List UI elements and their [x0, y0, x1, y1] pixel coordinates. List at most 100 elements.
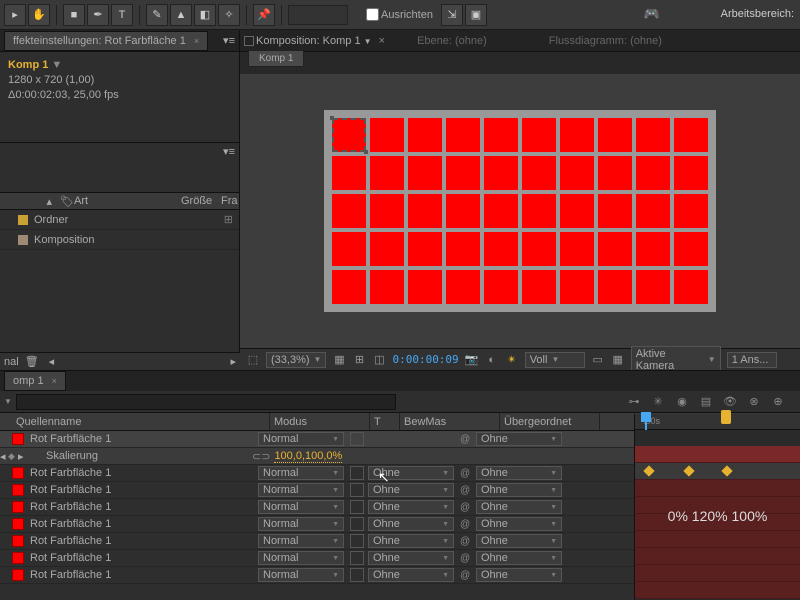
- layer-square[interactable]: [408, 118, 442, 152]
- parent-pickwhip-icon[interactable]: @: [460, 553, 472, 564]
- viewer-tab-flowchart[interactable]: Flussdiagramm: (ohne): [549, 35, 662, 47]
- layer-bar[interactable]: [635, 531, 800, 548]
- frame-blend-icon[interactable]: ▤: [698, 394, 714, 410]
- trackmatte-dropdown[interactable]: Ohne▼: [368, 551, 454, 565]
- preserve-checkbox[interactable]: [350, 483, 364, 497]
- layer-bar[interactable]: [635, 446, 800, 463]
- preserve-checkbox[interactable]: [350, 500, 364, 514]
- layer-square[interactable]: [560, 194, 594, 228]
- constrain-icon[interactable]: ⊂⊃: [252, 450, 270, 463]
- shy-icon[interactable]: 👁: [722, 394, 738, 410]
- hand-tool[interactable]: ✋: [28, 4, 50, 26]
- parent-dropdown[interactable]: Ohne▼: [476, 466, 562, 480]
- prev-icon[interactable]: ◂: [49, 355, 55, 368]
- panel-menu-icon[interactable]: ▾≡: [223, 34, 235, 47]
- layer-bar[interactable]: [635, 463, 800, 480]
- zoom-dropdown[interactable]: (33,3%)▼: [266, 352, 326, 368]
- layer-square[interactable]: [636, 118, 670, 152]
- mode-dropdown[interactable]: Normal▼: [258, 517, 344, 531]
- trackmatte-dropdown[interactable]: Ohne▼: [368, 500, 454, 514]
- layer-square[interactable]: [484, 194, 518, 228]
- layer-square[interactable]: [446, 118, 480, 152]
- close-icon[interactable]: ×: [194, 36, 199, 46]
- scale-value[interactable]: 100,0,100,0%: [274, 450, 342, 463]
- brainstorm-icon[interactable]: ⊕: [770, 394, 786, 410]
- fill-swatch[interactable]: [288, 5, 348, 25]
- viewer-tab-layer[interactable]: Ebene: (ohne): [417, 35, 487, 47]
- motion-blur-icon[interactable]: ◉: [674, 394, 690, 410]
- layer-square[interactable]: [408, 270, 442, 304]
- parent-pickwhip-icon[interactable]: @: [460, 519, 472, 530]
- mode-dropdown[interactable]: Normal▼: [258, 432, 344, 446]
- timeline-search[interactable]: [16, 394, 396, 410]
- trackmatte-dropdown[interactable]: Ohne▼: [368, 466, 454, 480]
- layer-square[interactable]: [408, 156, 442, 190]
- comp-name[interactable]: Komp 1: [8, 59, 48, 71]
- graph-icon[interactable]: ⊶: [626, 394, 642, 410]
- layer-square[interactable]: [332, 156, 366, 190]
- lock-icon[interactable]: [244, 36, 254, 46]
- preserve-checkbox[interactable]: [350, 432, 364, 446]
- project-item-comp[interactable]: Komposition: [0, 230, 239, 250]
- draft3d-icon[interactable]: ✳: [650, 394, 666, 410]
- layer-square[interactable]: [332, 232, 366, 266]
- layer-square[interactable]: [332, 194, 366, 228]
- selection-tool[interactable]: ▸: [4, 4, 26, 26]
- mode-dropdown[interactable]: Normal▼: [258, 534, 344, 548]
- roi-icon[interactable]: ▭: [591, 353, 605, 367]
- mode-dropdown[interactable]: Normal▼: [258, 466, 344, 480]
- preserve-checkbox[interactable]: [350, 534, 364, 548]
- layer-square[interactable]: [598, 270, 632, 304]
- timecode[interactable]: 0:00:00:09: [392, 353, 458, 366]
- trackmatte-dropdown[interactable]: Ohne▼: [368, 568, 454, 582]
- layer-square[interactable]: [484, 156, 518, 190]
- layer-square[interactable]: [560, 118, 594, 152]
- color-mgmt-icon[interactable]: ✴: [505, 353, 519, 367]
- parent-dropdown[interactable]: Ohne▼: [476, 568, 562, 582]
- keyframe-icon[interactable]: [683, 465, 694, 476]
- layer-square[interactable]: [560, 232, 594, 266]
- layer-square[interactable]: [446, 232, 480, 266]
- layer-square[interactable]: [598, 232, 632, 266]
- keyframe-nav-icon[interactable]: ◆: [8, 451, 18, 462]
- preserve-checkbox[interactable]: [350, 466, 364, 480]
- layer-square[interactable]: [636, 232, 670, 266]
- layer-square[interactable]: [598, 118, 632, 152]
- brush-tool[interactable]: ✎: [146, 4, 168, 26]
- roto-tool[interactable]: ✧: [218, 4, 240, 26]
- layer-square[interactable]: [446, 156, 480, 190]
- parent-pickwhip-icon[interactable]: @: [460, 468, 472, 479]
- preserve-checkbox[interactable]: [350, 551, 364, 565]
- quality-dropdown[interactable]: Voll▼: [525, 352, 585, 368]
- layer-square[interactable]: [370, 118, 404, 152]
- layer-square[interactable]: [674, 232, 708, 266]
- layer-square[interactable]: [636, 194, 670, 228]
- parent-pickwhip-icon[interactable]: @: [460, 570, 472, 581]
- layer-square[interactable]: [598, 156, 632, 190]
- trackmatte-dropdown[interactable]: Ohne▼: [368, 483, 454, 497]
- parent-dropdown[interactable]: Ohne▼: [476, 500, 562, 514]
- time-ruler[interactable]: :00s: [635, 414, 800, 430]
- timeline-graph[interactable]: :00s 0% 120% 100%: [634, 414, 800, 600]
- timeline-tab[interactable]: omp 1×: [4, 371, 66, 391]
- layer-square[interactable]: [370, 270, 404, 304]
- layer-bar[interactable]: [635, 565, 800, 582]
- views-dropdown[interactable]: 1 Ans...: [727, 352, 777, 368]
- puppet-tool[interactable]: 📌: [253, 4, 275, 26]
- eraser-tool[interactable]: ◧: [194, 4, 216, 26]
- layer-bar[interactable]: [635, 548, 800, 565]
- layer-square-selected[interactable]: [332, 118, 366, 152]
- parent-pickwhip-icon[interactable]: @: [460, 485, 472, 496]
- layer-square[interactable]: [370, 194, 404, 228]
- layer-square[interactable]: [598, 194, 632, 228]
- keyframe-icon[interactable]: [643, 465, 654, 476]
- trackmatte-dropdown[interactable]: Ohne▼: [368, 517, 454, 531]
- layer-square[interactable]: [408, 194, 442, 228]
- expr-icon[interactable]: ⊗: [746, 394, 762, 410]
- composition-viewer[interactable]: [240, 74, 800, 348]
- mode-dropdown[interactable]: Normal▼: [258, 551, 344, 565]
- align-checkbox[interactable]: [366, 8, 379, 21]
- parent-dropdown[interactable]: Ohne▼: [476, 432, 562, 446]
- trash-icon[interactable]: 🗑: [25, 355, 39, 368]
- mode-dropdown[interactable]: Normal▼: [258, 568, 344, 582]
